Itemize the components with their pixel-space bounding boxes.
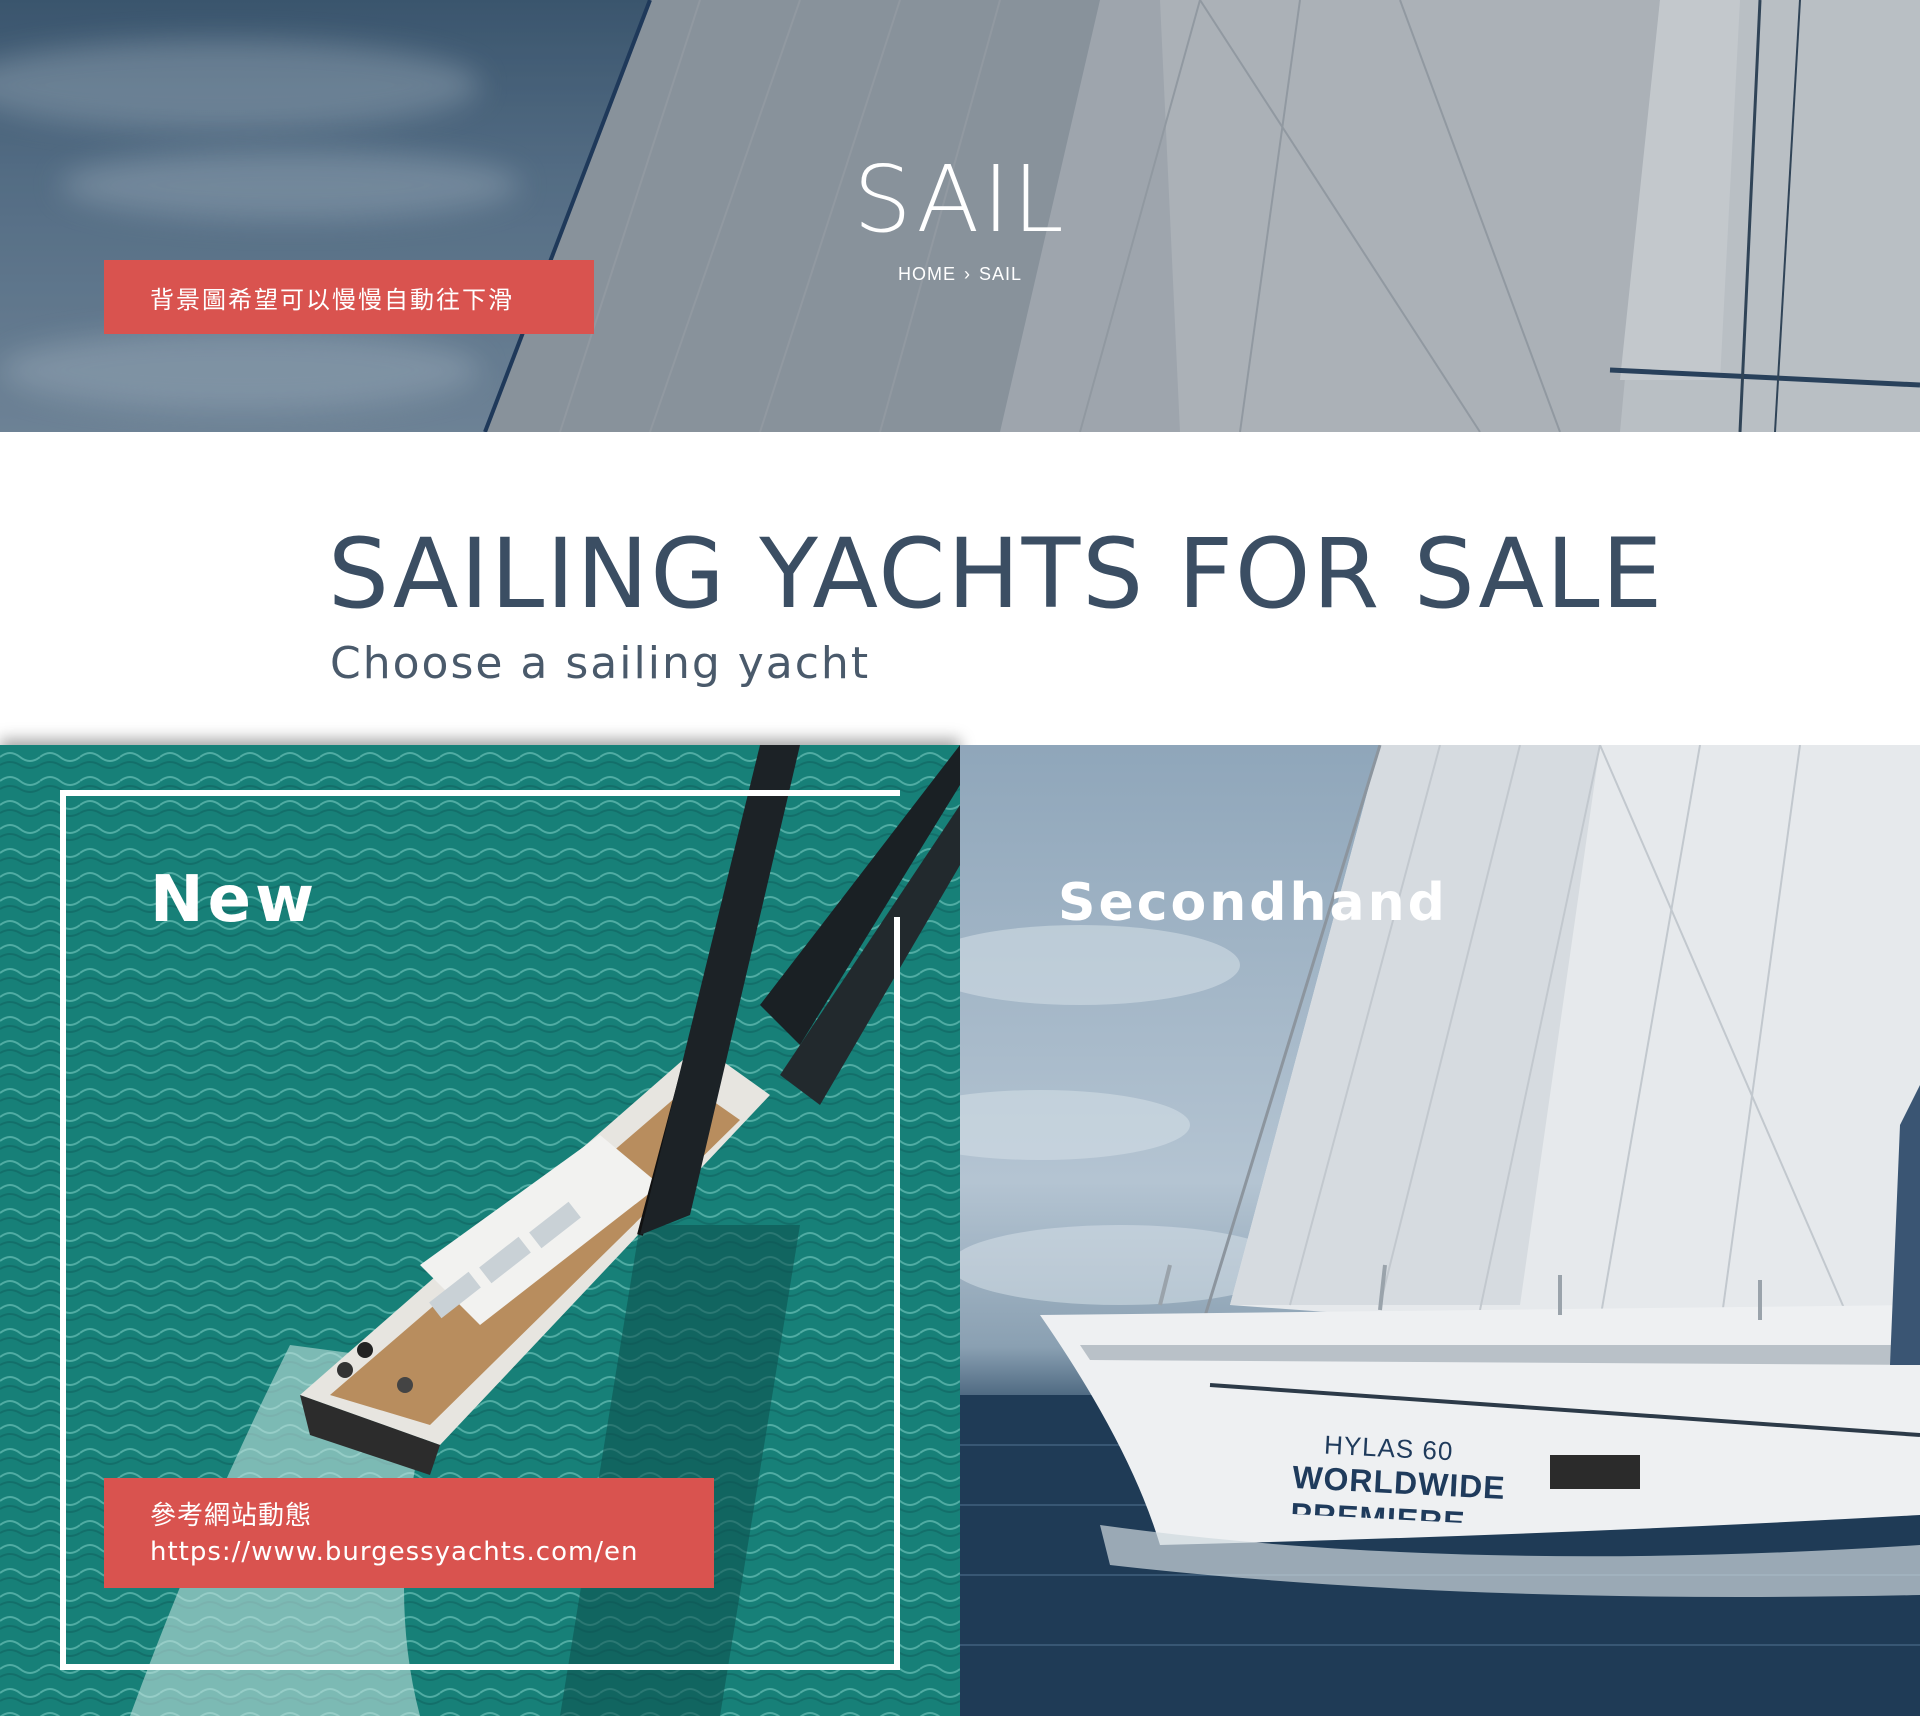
breadcrumb-separator-icon: › (963, 264, 971, 284)
reference-note-title: 參考網站動態 (150, 1501, 313, 1531)
secondhand-yachts-card[interactable]: Secondhand HYLAS 60 WORLDWIDE PREMIERE (960, 745, 1920, 1716)
breadcrumb-current: SAIL (978, 264, 1023, 284)
new-card-frame-right (894, 917, 900, 1670)
section-title: SAILING YACHTS FOR SALE (328, 518, 1665, 630)
hero-banner: SAIL HOME › SAIL 背景圖希望可以慢慢自動往下滑 (0, 0, 1920, 432)
section-subtitle: Choose a sailing yacht (330, 638, 871, 689)
reference-note: 參考網站動態 https://www.burgessyachts.com/en (104, 1478, 714, 1588)
hero-title: SAIL (853, 146, 1067, 253)
secondhand-card-label: Secondhand (1058, 873, 1448, 933)
new-card-label: New (150, 863, 319, 937)
reference-note-url: https://www.burgessyachts.com/en (150, 1537, 639, 1567)
new-yachts-card[interactable]: New 參考網站動態 https://www.burgessyachts.com… (0, 745, 960, 1716)
breadcrumb-home-link[interactable]: HOME (898, 264, 956, 284)
hull-branding: HYLAS 60 WORLDWIDE PREMIERE (1290, 1428, 1508, 1525)
annotation-note: 背景圖希望可以慢慢自動往下滑 (104, 260, 594, 334)
annotation-note-text: 背景圖希望可以慢慢自動往下滑 (150, 286, 514, 314)
